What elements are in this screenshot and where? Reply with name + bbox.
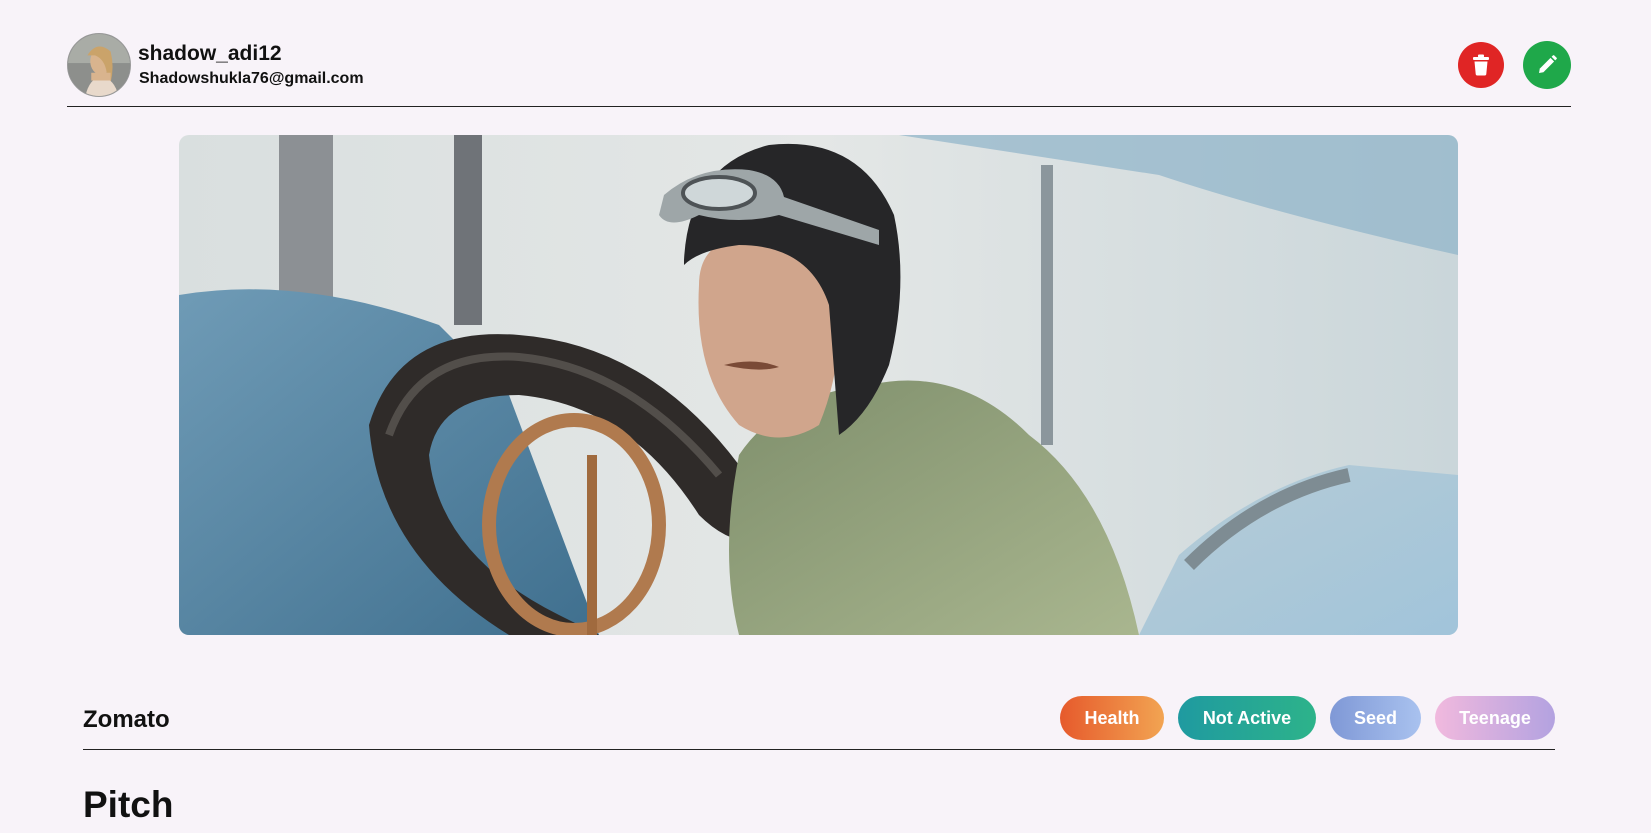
startup-cover-image <box>179 135 1458 635</box>
edit-button[interactable] <box>1523 41 1571 89</box>
avatar-image <box>68 34 130 96</box>
username: shadow_adi12 <box>138 42 282 65</box>
category-tag[interactable]: Health <box>1060 696 1164 740</box>
startup-page: shadow_adi12 Shadowshukla76@gmail.com Zo… <box>0 0 1651 833</box>
profile-header: shadow_adi12 Shadowshukla76@gmail.com <box>67 32 1571 107</box>
age-tag[interactable]: Teenage <box>1435 696 1555 740</box>
stage-tag[interactable]: Seed <box>1330 696 1421 740</box>
trash-icon <box>1473 54 1489 76</box>
startup-name: Zomato <box>83 706 170 733</box>
startup-tags: Health Not Active Seed Teenage <box>1060 696 1555 740</box>
delete-button[interactable] <box>1458 42 1504 88</box>
user-email: Shadowshukla76@gmail.com <box>139 70 364 87</box>
avatar[interactable] <box>67 33 131 97</box>
status-tag[interactable]: Not Active <box>1178 696 1316 740</box>
aviator-photo <box>179 135 1458 635</box>
pitch-heading: Pitch <box>83 784 174 825</box>
pencil-icon <box>1539 55 1557 73</box>
startup-info-row: Zomato Health Not Active Seed Teenage <box>83 692 1555 750</box>
